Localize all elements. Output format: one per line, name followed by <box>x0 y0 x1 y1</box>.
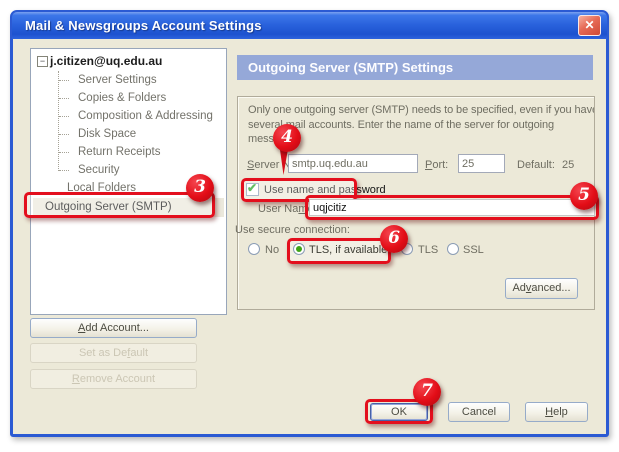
collapse-icon[interactable]: − <box>37 56 48 67</box>
cancel-button[interactable]: Cancel <box>448 402 510 422</box>
radio-selected-dot <box>296 246 302 252</box>
account-settings-window: Mail & Newsgroups Account Settings ✕ − j… <box>10 10 609 437</box>
close-button[interactable]: ✕ <box>578 15 601 36</box>
annotation-box-outgoing-smtp <box>24 192 215 218</box>
set-as-default-button: Set as Default <box>30 343 197 363</box>
tree-item-copies-folders[interactable]: Copies & Folders <box>31 89 226 107</box>
default-port-label: Default: <box>517 159 555 171</box>
radio-tls-if-available-label: TLS, if available <box>309 244 387 256</box>
add-account-button[interactable]: Add Account... <box>30 318 197 338</box>
radio-tls-if-available[interactable] <box>293 243 305 255</box>
radio-tls-label: TLS <box>418 244 438 256</box>
radio-no[interactable] <box>248 243 260 255</box>
port-input[interactable] <box>458 154 505 173</box>
remove-account-button: Remove Account <box>30 369 197 389</box>
tree-item-server-settings[interactable]: Server Settings <box>31 71 226 89</box>
window-title: Mail & Newsgroups Account Settings <box>25 18 262 33</box>
secure-connection-label: Use secure connection: <box>235 224 350 236</box>
tree-item-account[interactable]: − j.citizen@uq.edu.au <box>31 52 162 71</box>
server-name-input[interactable] <box>288 154 418 173</box>
step-badge-5: 5 <box>570 182 598 210</box>
default-port-value: 25 <box>562 159 574 171</box>
description-line: several mail accounts. Enter the name of… <box>248 118 595 133</box>
tree-children: Server Settings Copies & Folders Composi… <box>31 71 226 179</box>
tree-item-disk-space[interactable]: Disk Space <box>31 125 226 143</box>
help-button[interactable]: Help <box>525 402 588 422</box>
titlebar[interactable]: Mail & Newsgroups Account Settings ✕ <box>12 12 607 39</box>
radio-ssl[interactable] <box>447 243 459 255</box>
ok-button[interactable]: OK <box>370 403 428 421</box>
radio-ssl-label: SSL <box>463 244 484 256</box>
panel-header: Outgoing Server (SMTP) Settings <box>237 55 593 80</box>
step-badge-7: 7 <box>413 378 441 406</box>
radio-no-label: No <box>265 244 279 256</box>
port-label: Port: <box>425 159 448 171</box>
description-line: Only one outgoing server (SMTP) needs to… <box>248 103 595 118</box>
advanced-button[interactable]: Advanced... <box>505 278 578 299</box>
step-badge-6: 6 <box>380 225 408 253</box>
tree-item-return-receipts[interactable]: Return Receipts <box>31 143 226 161</box>
step-badge-3: 3 <box>186 174 214 202</box>
close-icon: ✕ <box>584 18 594 32</box>
account-name: j.citizen@uq.edu.au <box>50 54 162 68</box>
tree-item-composition[interactable]: Composition & Addressing <box>31 107 226 125</box>
user-name-input[interactable] <box>309 199 595 216</box>
step-badge-4: 4 <box>273 124 301 152</box>
screen: Mail & Newsgroups Account Settings ✕ − j… <box>0 0 619 452</box>
